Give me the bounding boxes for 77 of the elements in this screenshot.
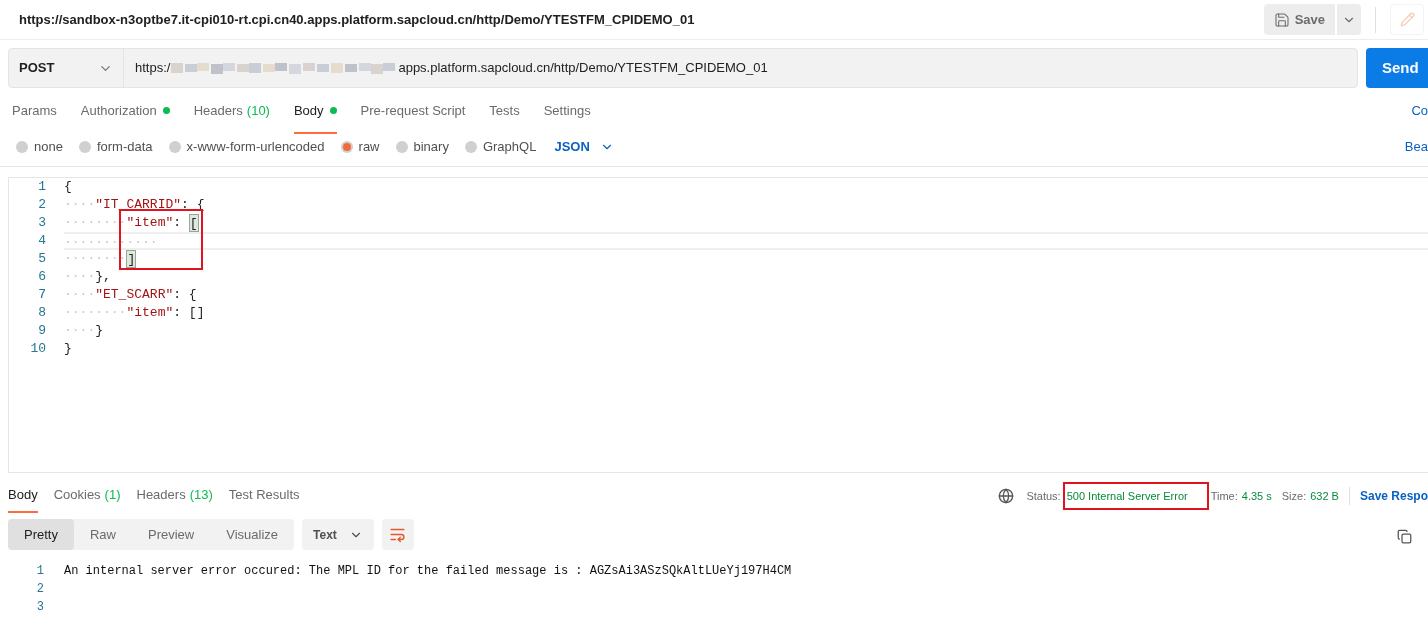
status-value: 500 Internal Server Error [1062,481,1209,511]
send-button[interactable]: Send [1366,48,1428,88]
line-number: 9 [37,322,46,340]
line-number: 2 [35,581,44,598]
save-button[interactable]: Save [1263,4,1335,35]
json-key: "ET_SCARR" [95,286,174,304]
line-number: 6 [37,268,46,286]
request-tab[interactable]: Settings [543,88,591,134]
line-number: 2 [37,196,46,214]
response-tab[interactable]: Headers (13) [136,479,213,513]
json-punctuation: : [] [173,304,205,322]
line-number: 10 [29,340,46,358]
whitespace-dots: ········ [64,304,127,322]
view-mode-tab[interactable]: Visualize [210,519,295,550]
line-number: 3 [35,599,44,616]
size-value: 632 B [1310,488,1339,504]
line-number: 1 [35,563,44,580]
line-number: 4 [37,232,46,250]
request-tab[interactable]: Headers (10) [193,88,270,134]
body-type-radio[interactable]: form-data [78,137,153,157]
body-type-radio[interactable]: raw [340,137,380,157]
json-key: "item" [126,304,174,322]
edit-button[interactable] [1390,4,1424,35]
wrap-lines-button[interactable] [381,519,414,550]
time-value: 4.35 s [1241,488,1272,504]
cookies-link[interactable]: Co [1411,101,1428,121]
request-tab[interactable]: Pre-request Script [360,88,466,134]
view-mode-tab[interactable]: Raw [73,519,132,550]
save-response-button[interactable]: Save Respo [1359,487,1428,505]
view-mode-tab[interactable]: Preview [132,519,211,550]
whitespace-dots: ···· [64,196,96,214]
json-punctuation: { [64,178,72,196]
matching-bracket: [ [188,214,199,232]
json-punctuation: : { [173,286,197,304]
copy-icon [1397,529,1412,544]
json-punctuation: } [95,322,104,340]
line-number: 3 [37,214,46,232]
json-punctuation: }, [95,268,111,286]
json-punctuation: } [64,340,72,358]
request-title: https://sandbox-n3optbe7.it-cpi010-rt.cpi.cn40.apps.platform.sapcloud.cn/http/Demo/YTESTFM_CPIDEMO_01 [19,10,695,29]
body-type-radio[interactable]: binary [395,137,449,157]
status-label: Status: [1026,488,1061,504]
wrap-text-icon [389,526,407,543]
response-format-dropdown[interactable]: Text [302,519,374,550]
request-tab[interactable]: Body [293,88,337,134]
whitespace-dots: ········ [64,250,127,268]
pencil-icon [1399,12,1415,27]
body-type-radio[interactable]: none [16,137,63,157]
beautify-link[interactable]: Bea [1404,137,1428,157]
view-mode-tab[interactable]: Pretty [8,519,74,550]
save-icon [1273,11,1290,28]
line-number: 1 [37,178,46,196]
whitespace-dots: ···· [64,268,96,286]
time-label: Time: [1210,488,1238,504]
body-type-radio[interactable]: GraphQL [464,137,537,157]
body-type-radio[interactable]: x-www-form-urlencoded [168,137,325,157]
size-label: Size: [1281,488,1307,504]
response-tab[interactable]: Test Results [228,479,300,513]
matching-bracket: ] [126,250,137,268]
response-tab[interactable]: Cookies (1) [53,479,121,513]
request-tab[interactable]: Authorization [80,88,170,134]
whitespace-dots: ············ [64,234,158,248]
json-key: "item" [126,214,174,232]
json-key: "IT_CARRID" [95,196,182,214]
response-text: An internal server error occured: The MPL ID for the failed message is : AGZsAi3ASzSQkAltLUeYj197H4CM [64,563,792,580]
save-options-button[interactable] [1337,4,1361,35]
whitespace-dots: ········ [64,214,127,232]
line-number: 5 [37,250,46,268]
response-tab[interactable]: Body [8,479,38,513]
whitespace-dots: ···· [64,286,96,304]
json-punctuation: : [173,214,183,232]
line-number: 7 [37,286,46,304]
whitespace-dots: ···· [64,322,96,340]
request-tab[interactable]: Params [12,88,57,134]
format-dropdown[interactable]: JSON [554,137,614,157]
line-number: 8 [37,304,46,322]
request-tab[interactable]: Tests [489,88,520,134]
